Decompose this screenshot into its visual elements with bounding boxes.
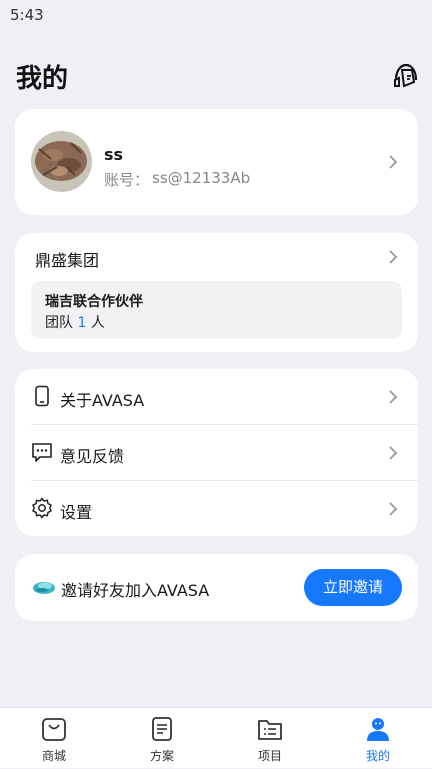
document-icon — [152, 717, 172, 741]
chevron-right-icon — [389, 502, 398, 516]
person-icon — [367, 718, 389, 741]
tab-label: 项目 — [257, 749, 282, 763]
account-label: 账号： — [104, 171, 150, 189]
organization-name[interactable]: 鼎盛集团 — [35, 247, 99, 271]
page-title: 我的 — [16, 64, 69, 94]
tab-solutions[interactable]: 方案 — [108, 708, 216, 769]
menu-item-label: 设置 — [60, 503, 93, 522]
team-count-number: 1 — [77, 315, 87, 331]
chevron-right-icon[interactable] — [387, 249, 399, 265]
menu-item-feedback[interactable]: 意见反馈 — [15, 425, 418, 480]
menu-item-about[interactable]: 关于AVASA — [15, 369, 418, 424]
invite-now-button[interactable]: 立即邀请 — [304, 569, 402, 606]
phone-icon — [35, 385, 49, 407]
organization-card: 鼎盛集团 瑞吉联合作伙伴 团队 1 人 — [15, 233, 418, 352]
team-count-suffix: 人 — [90, 315, 105, 331]
tab-mine[interactable]: 我的 — [324, 708, 432, 769]
chevron-right-icon — [389, 390, 398, 404]
tab-bar: 商城 方案 项目 我的 — [0, 707, 432, 768]
avasa-logo-icon — [33, 582, 55, 594]
team-name: 瑞吉联合作伙伴 — [45, 294, 143, 310]
gear-icon — [32, 497, 52, 519]
team-box[interactable]: 瑞吉联合作伙伴 团队 1 人 — [31, 281, 402, 339]
chevron-right-icon — [389, 446, 398, 460]
invite-card: 邀请好友加入AVASA 立即邀请 — [15, 554, 418, 621]
tab-label: 我的 — [365, 749, 390, 763]
tab-mall[interactable]: 商城 — [0, 708, 108, 769]
avatar — [31, 131, 92, 192]
chevron-right-icon — [389, 155, 398, 169]
folder-list-icon — [258, 720, 282, 740]
feedback-icon — [32, 443, 52, 462]
profile-card[interactable]: ss 账号： ss@12133Ab — [15, 109, 418, 215]
tab-projects[interactable]: 项目 — [216, 708, 324, 769]
menu-item-label: 关于AVASA — [60, 391, 145, 410]
tab-label: 商城 — [41, 749, 66, 763]
profile-name: ss — [104, 145, 124, 164]
menu-item-label: 意见反馈 — [60, 447, 125, 466]
headset-support-icon[interactable] — [390, 60, 422, 92]
shopping-bag-icon — [42, 718, 66, 741]
invite-text: 邀请好友加入AVASA — [61, 581, 210, 600]
status-bar-time: 5:43 — [10, 6, 44, 24]
team-count-prefix: 团队 — [45, 315, 73, 331]
team-count: 团队 1 人 — [45, 312, 105, 332]
account-value: ss@12133Ab — [152, 169, 251, 187]
menu-card: 关于AVASA 意见反馈 设置 — [15, 369, 418, 536]
menu-item-settings[interactable]: 设置 — [15, 481, 418, 536]
tab-label: 方案 — [149, 749, 174, 763]
